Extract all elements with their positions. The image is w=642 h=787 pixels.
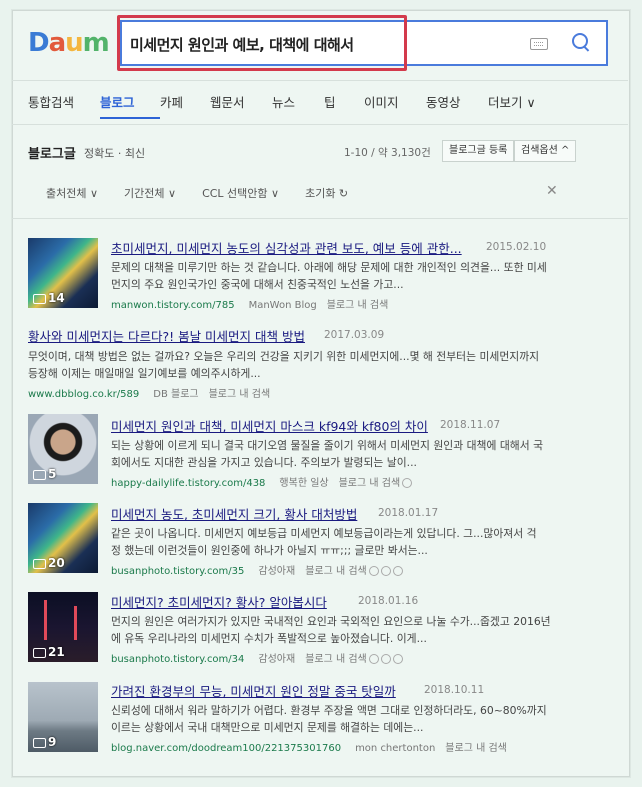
- result-meta: www.dbblog.co.kr/589 DB 블로그 블로그 내 검색: [28, 385, 270, 400]
- ccl-icon: [402, 478, 413, 488]
- camera-icon: [33, 647, 46, 658]
- logo-letter-m: m: [82, 28, 110, 58]
- result-url[interactable]: blog.naver.com/doodream100/221375301760: [111, 743, 341, 754]
- header-divider: [12, 80, 628, 81]
- tab-tip[interactable]: 팁: [324, 92, 364, 122]
- photo-count: 20: [33, 556, 65, 570]
- result-thumbnail[interactable]: 21: [28, 592, 98, 662]
- result-snippet: 먼지의 원인은 여러가지가 있지만 국내적인 요인과 국외적인 요인으로 나눌 …: [111, 615, 551, 645]
- photo-count: 14: [33, 291, 65, 305]
- filter-ccl[interactable]: CCL 선택안함 ∨: [202, 185, 279, 201]
- camera-icon: [33, 293, 46, 304]
- result-url[interactable]: manwon.tistory.com/785: [111, 300, 235, 311]
- result-date: 2018.11.07: [440, 419, 501, 431]
- filter-reset[interactable]: 초기화 ↻: [305, 185, 348, 201]
- result-url[interactable]: busanphoto.tistory.com/35: [111, 566, 244, 577]
- blog-name[interactable]: DB 블로그: [153, 389, 198, 400]
- result-url[interactable]: happy-dailylife.tistory.com/438: [111, 478, 265, 489]
- result-date: 2018.01.16: [358, 595, 419, 607]
- blog-search-link[interactable]: 블로그 내 검색: [305, 654, 367, 665]
- blog-search-link[interactable]: 블로그 내 검색: [327, 300, 389, 311]
- result-count: 1-10 / 약 3,130건: [344, 147, 431, 159]
- photo-count: 9: [33, 735, 56, 749]
- sort-options[interactable]: 정확도 · 최신: [84, 145, 145, 161]
- blog-search-link[interactable]: 블로그 내 검색: [339, 478, 401, 489]
- search-options-button[interactable]: 검색옵션 ^: [514, 140, 577, 162]
- result-url[interactable]: busanphoto.tistory.com/34: [111, 654, 244, 665]
- tab-blog[interactable]: 블로그: [100, 92, 160, 122]
- camera-icon: [33, 558, 46, 569]
- daum-logo[interactable]: D a u m: [28, 28, 110, 58]
- tab-web[interactable]: 웹문서: [210, 92, 272, 122]
- blog-name[interactable]: 감성아재: [258, 654, 295, 665]
- result-meta: happy-dailylife.tistory.com/438 행복한 일상 블로그…: [111, 474, 413, 489]
- section-title: 블로그글: [28, 147, 76, 162]
- tab-integrated[interactable]: 통합검색: [28, 92, 100, 122]
- result-title[interactable]: 황사와 미세먼지는 다르다?! 봄날 미세먼지 대책 방법: [28, 326, 305, 345]
- tab-video[interactable]: 동영상: [426, 92, 488, 122]
- nav-divider: [12, 124, 628, 125]
- search-input[interactable]: 미세먼지 원인과 예보, 대책에 대해서: [130, 34, 354, 55]
- result-title[interactable]: 미세먼지 원인과 대책, 미세먼지 마스크 kf94와 kf80의 차이: [111, 416, 428, 435]
- result-snippet: 같은 곳이 나옵니다. 미세먼지 예보등급 미세먼지 예보등급이라는게 있답니다…: [111, 527, 537, 557]
- blog-search-link[interactable]: 블로그 내 검색: [209, 389, 271, 400]
- result-title[interactable]: 초미세먼지, 미세먼지 농도의 심각성과 관련 보도, 예보 등에 관한...: [111, 238, 462, 257]
- blog-name[interactable]: 행복한 일상: [279, 478, 328, 489]
- tab-news[interactable]: 뉴스: [272, 92, 324, 122]
- close-icon[interactable]: ✕: [546, 183, 558, 199]
- logo-letter-u: u: [65, 28, 83, 58]
- result-thumbnail[interactable]: 20: [28, 503, 98, 573]
- result-title[interactable]: 미세먼지? 초미세먼지? 황사? 알아봅시다: [111, 592, 327, 611]
- blog-name[interactable]: 감성아재: [258, 566, 295, 577]
- result-date: 2018.01.17: [378, 507, 439, 519]
- result-date: 2018.10.11: [424, 684, 485, 696]
- result-thumbnail[interactable]: 5: [28, 414, 98, 484]
- result-meta: busanphoto.tistory.com/34 감성아재 블로그 내 검색: [111, 650, 403, 665]
- result-title[interactable]: 가려진 환경부의 무능, 미세먼지 원인 정말 중국 탓일까: [111, 681, 396, 700]
- blog-register-button[interactable]: 블로그글 등록: [442, 140, 515, 162]
- result-thumbnail[interactable]: 9: [28, 682, 98, 752]
- result-title[interactable]: 미세먼지 농도, 초미세먼지 크기, 황사 대처방법: [111, 504, 357, 523]
- keyboard-icon[interactable]: [530, 38, 548, 50]
- result-date: 2017.03.09: [324, 329, 385, 341]
- photo-count: 5: [33, 467, 56, 481]
- result-meta: busanphoto.tistory.com/35 감성아재 블로그 내 검색: [111, 562, 403, 577]
- logo-letter-d: D: [28, 28, 50, 58]
- nav-tabs: 통합검색 블로그 카페 웹문서 뉴스 팁 이미지 동영상 더보기 ∨: [28, 92, 558, 122]
- filter-period[interactable]: 기간전체 ∨: [124, 185, 176, 201]
- result-snippet: 되는 상황에 이르게 되니 결국 대기오염 물질을 줄이기 위해서 미세먼지 원…: [111, 439, 544, 469]
- photo-count: 21: [33, 645, 65, 659]
- search-icon[interactable]: [572, 33, 588, 49]
- tab-image[interactable]: 이미지: [364, 92, 426, 122]
- tab-cafe[interactable]: 카페: [160, 92, 210, 122]
- blog-search-link[interactable]: 블로그 내 검색: [305, 566, 367, 577]
- tower-light: [44, 600, 47, 640]
- ccl-icon: [380, 566, 391, 576]
- result-snippet: 신뢰성에 대해서 워라 말하기가 어렵다. 환경부 주장을 액면 그대로 인정하…: [111, 704, 547, 734]
- blog-name[interactable]: ManWon Blog: [249, 300, 317, 311]
- ccl-icon: [368, 654, 379, 664]
- blog-search-link[interactable]: 블로그 내 검색: [445, 743, 507, 754]
- filter-source[interactable]: 출처전체 ∨: [46, 185, 98, 201]
- camera-icon: [33, 737, 46, 748]
- filter-bar: 출처전체 ∨ 기간전체 ∨ CCL 선택안함 ∨ 초기화 ↻: [46, 185, 374, 201]
- result-snippet: 문제의 대책을 미루기만 하는 것 같습니다. 아래에 해당 문제에 대한 개인…: [111, 261, 547, 291]
- result-thumbnail[interactable]: 14: [28, 238, 98, 308]
- camera-icon: [33, 469, 46, 480]
- ccl-icon: [380, 654, 391, 664]
- ccl-icon: [392, 566, 403, 576]
- tab-more[interactable]: 더보기 ∨: [488, 92, 558, 122]
- result-date: 2015.02.10: [486, 241, 547, 253]
- result-meta: blog.naver.com/doodream100/221375301760 m…: [111, 739, 507, 754]
- tower-light: [74, 606, 77, 640]
- result-snippet: 무엇이며, 대책 방법은 없는 걸까요? 오늘은 우리의 건강을 지키기 위한 …: [28, 350, 540, 380]
- ccl-icon: [392, 654, 403, 664]
- result-meta: manwon.tistory.com/785 ManWon Blog 블로그 내 검…: [111, 296, 388, 311]
- ccl-icon: [368, 566, 379, 576]
- filter-divider: [12, 218, 628, 219]
- blog-name[interactable]: mon chertonton: [355, 743, 435, 754]
- result-url[interactable]: www.dbblog.co.kr/589: [28, 389, 139, 400]
- logo-letter-a: a: [48, 28, 67, 58]
